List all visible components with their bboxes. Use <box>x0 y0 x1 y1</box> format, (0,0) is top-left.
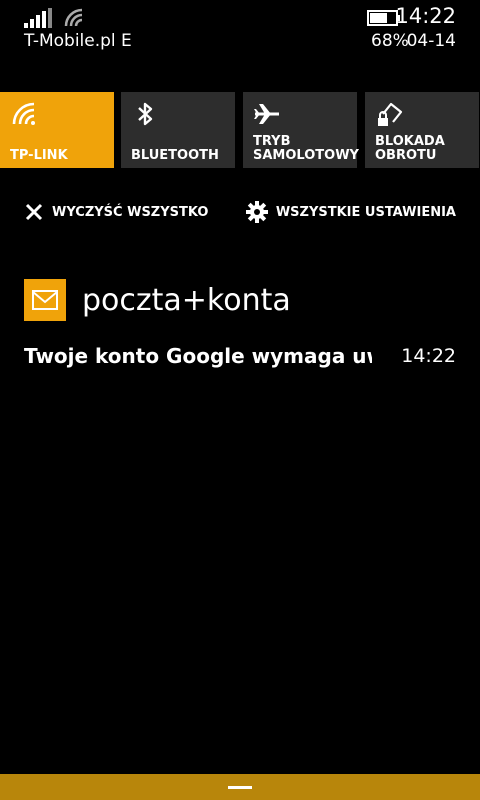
quick-action-rotation-lock[interactable]: BLOKADA OBROTU <box>365 92 479 168</box>
notification-item[interactable]: Twoje konto Google wymaga uwagi 14:22 <box>24 344 456 372</box>
carrier-name: T-Mobile.pl E <box>24 31 132 51</box>
quick-action-airplane[interactable]: TRYB SAMOLOTOWY <box>243 92 359 168</box>
action-center-actions: WYCZYŚĆ WSZYSTKO WSZYSTKIE USTAWIENIA <box>0 198 480 226</box>
drag-handle[interactable] <box>228 786 252 789</box>
quick-action-bluetooth[interactable]: BLUETOOTH <box>121 92 235 168</box>
airplane-icon <box>254 104 279 124</box>
battery-percent: 68% <box>371 31 409 51</box>
notification-group-header[interactable]: poczta+konta <box>24 278 291 322</box>
all-settings-button[interactable]: WSZYSTKIE USTAWIENIA <box>245 198 456 226</box>
clear-all-label: WYCZYŚĆ WSZYSTKO <box>52 204 209 220</box>
wifi-icon <box>12 102 35 125</box>
mail-icon <box>32 290 58 310</box>
quick-actions: TP-LINK BLUETOOTH TRYB SAMOLOTOWY BLOKAD… <box>0 92 480 168</box>
wifi-signal-icon <box>64 8 83 27</box>
close-icon <box>25 203 43 221</box>
quick-action-label: BLUETOOTH <box>131 148 219 163</box>
all-settings-label: WSZYSTKIE USTAWIENIA <box>275 204 456 220</box>
app-name: poczta+konta <box>82 282 291 318</box>
signal-bars-icon <box>24 8 52 28</box>
gear-icon <box>245 201 268 223</box>
quick-action-label: TP-LINK <box>10 148 68 163</box>
status-date: 04-14 <box>406 31 456 51</box>
status-clock: 14:22 <box>395 4 456 28</box>
bluetooth-icon <box>138 102 153 126</box>
quick-action-label: BLOKADA OBROTU <box>375 134 445 163</box>
clear-all-button[interactable]: WYCZYŚĆ WSZYSTKO <box>24 198 208 226</box>
quick-action-label: TRYB SAMOLOTOWY <box>253 134 359 163</box>
notification-time: 14:22 <box>401 345 456 367</box>
rotation-lock-icon <box>378 102 403 126</box>
status-bar: T-Mobile.pl E 14:22 68% 04-14 <box>0 0 480 60</box>
notification-text: Twoje konto Google wymaga uwagi <box>24 344 372 368</box>
app-icon <box>24 279 66 321</box>
action-center-handle-bar[interactable] <box>0 774 480 800</box>
quick-action-wifi[interactable]: TP-LINK <box>0 92 114 168</box>
